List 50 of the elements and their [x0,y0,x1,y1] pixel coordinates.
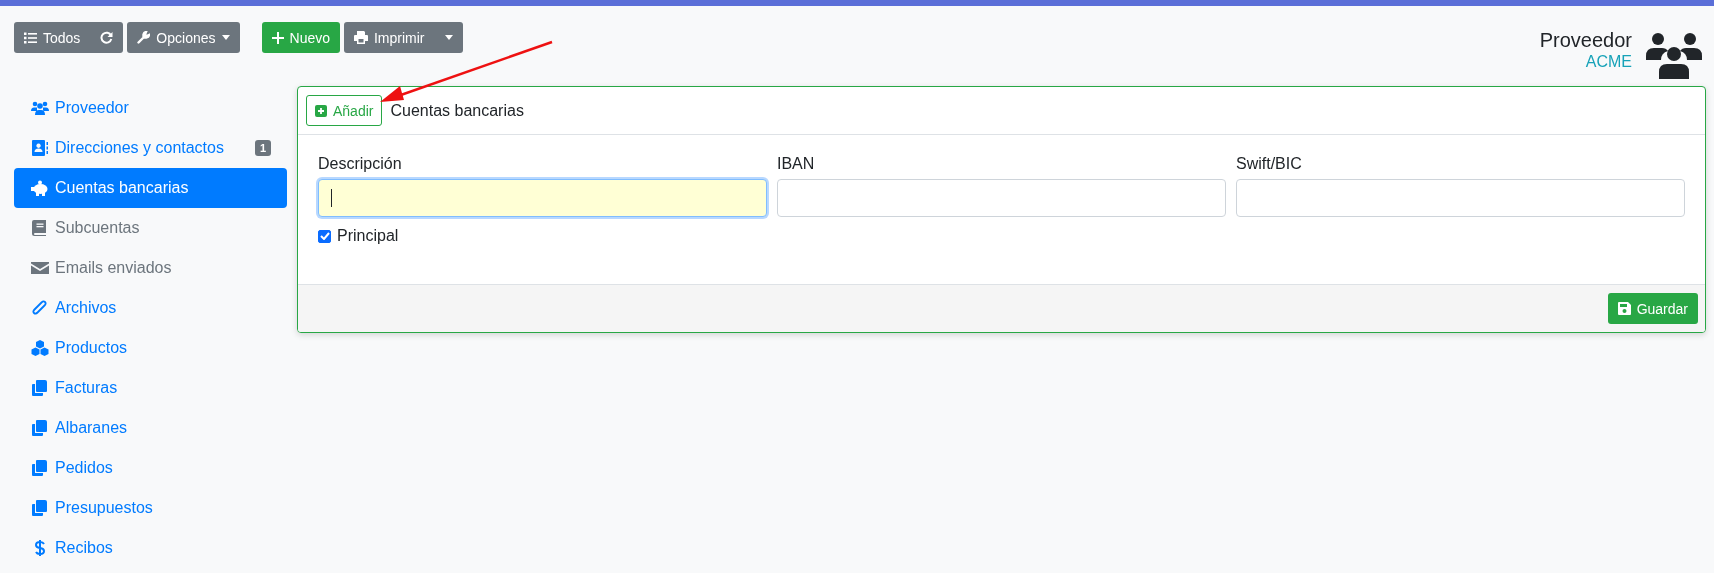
sidebar-item[interactable]: Productos [14,328,287,368]
options-button[interactable]: Opciones [127,22,240,53]
text-field[interactable] [1236,179,1685,217]
field-label: Descripción [318,155,403,173]
add-button[interactable]: Añadir [306,95,383,126]
copy-icon [31,500,49,516]
copy-icon [31,380,49,396]
sidebar-item[interactable]: Recibos [14,528,287,568]
plus-square-icon [315,104,327,117]
caret-icon [221,35,230,40]
field-label: IBAN [777,155,816,173]
page-title: Proveedor [1539,28,1632,52]
refresh-icon [100,31,114,44]
new-button[interactable]: Nuevo [261,22,340,53]
sidebar-item[interactable]: Presupuestos [14,488,287,528]
plus-icon [271,31,284,44]
copy-icon [31,460,49,476]
users-icon [1646,32,1702,80]
wrench-icon [137,31,151,44]
card-icon [31,140,49,156]
sidebar-item[interactable]: Facturas [14,368,287,408]
copy-icon [31,420,49,436]
envelope-icon [31,260,49,276]
sidebar-item[interactable]: Pedidos [14,448,287,488]
text-field[interactable] [318,179,767,217]
panel-title: Cuentas bancarias [390,101,524,120]
count-badge: 1 [254,140,271,156]
sidebar-item[interactable]: Archivos [14,288,287,328]
piggy-icon [31,180,49,196]
refresh-button[interactable] [90,22,124,53]
book-icon [31,220,49,236]
checkbox-label: Principal [337,227,399,245]
list-icon [24,31,37,44]
sidebar-item[interactable]: Albaranes [14,408,287,448]
caret-icon [444,35,453,40]
list-button[interactable]: Todos [14,22,91,53]
text-field[interactable] [777,179,1226,217]
users-icon [31,100,49,116]
sidebar-item[interactable]: Cuentas bancarias [14,168,287,208]
cubes-icon [31,340,49,356]
save-button[interactable]: Guardar [1607,293,1698,324]
printer-icon [354,31,368,44]
sidebar-item[interactable]: Proveedor [14,88,287,128]
checkbox[interactable] [318,229,331,243]
print-button[interactable]: Imprimir [344,22,435,53]
page-subtitle: ACME [1585,52,1632,72]
dropdown-toggle[interactable] [434,22,463,53]
sidebar-item[interactable]: Direcciones y contactos 1 [14,128,287,168]
clip-icon [31,300,49,316]
field-label: Swift/BIC [1236,155,1303,173]
